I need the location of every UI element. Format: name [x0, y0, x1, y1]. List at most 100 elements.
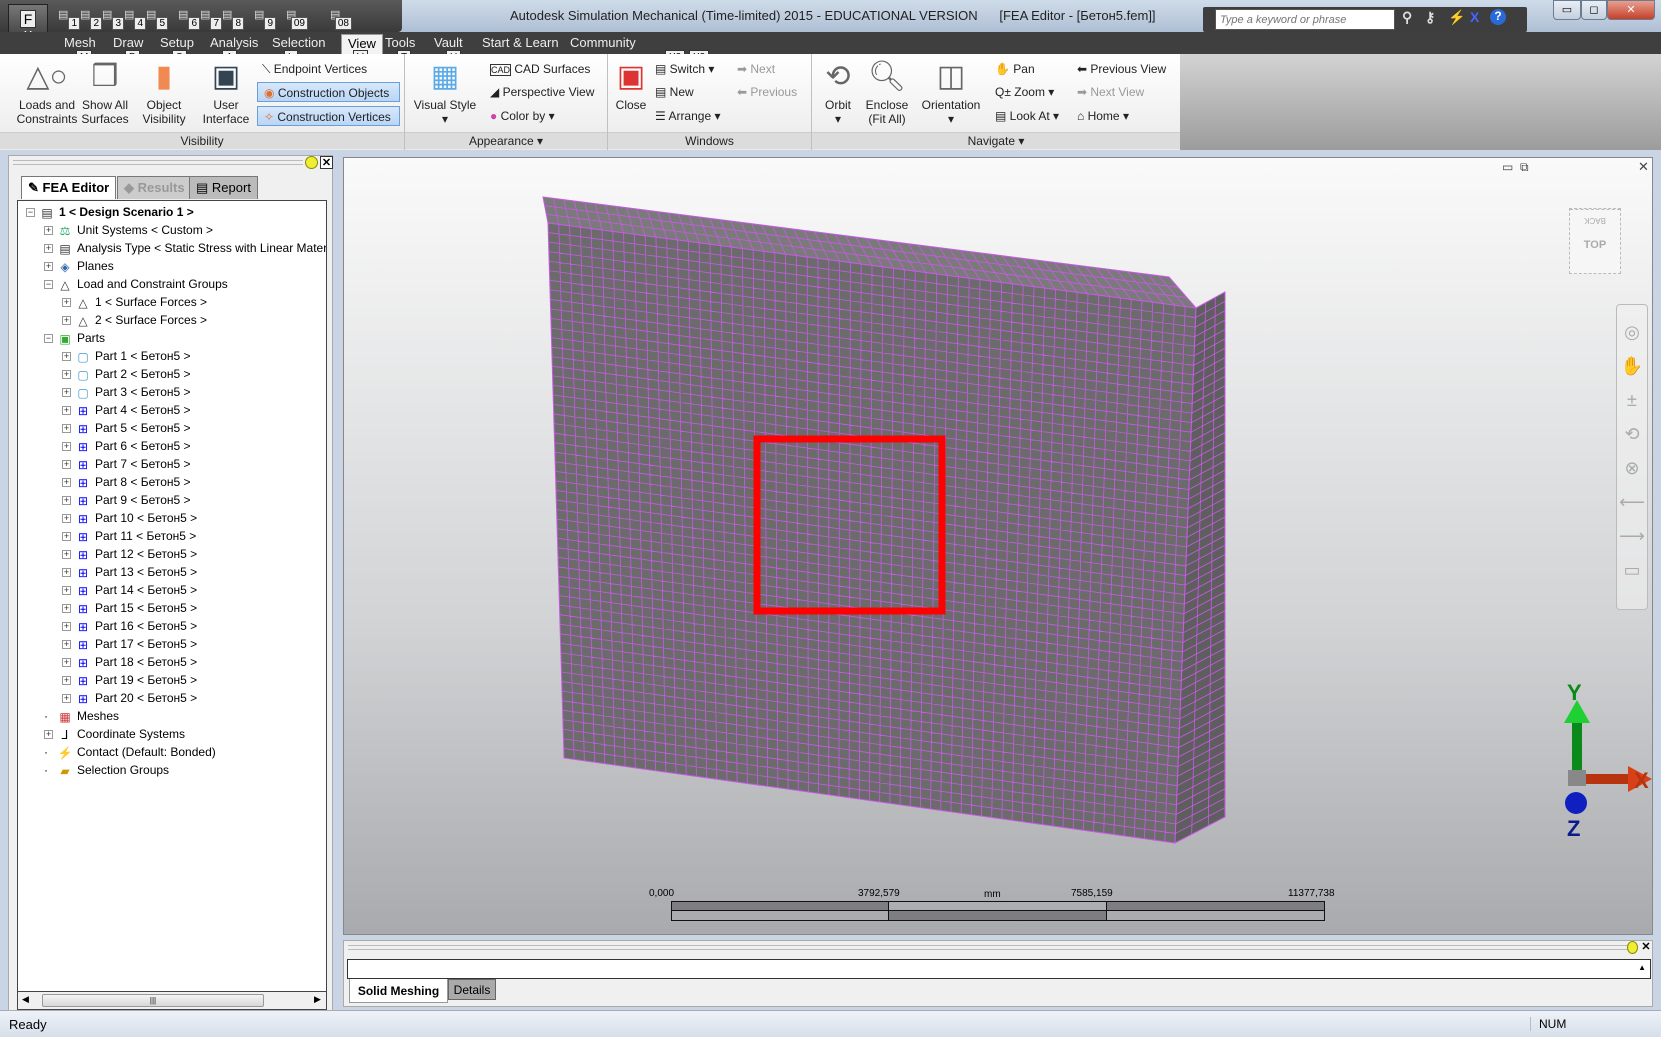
- color-by-button[interactable]: ● Color by ▾: [490, 106, 555, 126]
- scroll-right-icon[interactable]: ▶: [314, 994, 321, 1005]
- quick-access-button[interactable]: ▤ 1: [58, 8, 80, 30]
- binoculars-icon[interactable]: ⚲: [1402, 9, 1412, 26]
- scroll-up-icon[interactable]: ▲: [1638, 963, 1646, 972]
- tab-solid-meshing[interactable]: Solid Meshing: [349, 979, 448, 1003]
- panel-grip[interactable]: [13, 160, 303, 165]
- tree-item[interactable]: + ⊞ Part 20 < Бетон5 >: [62, 689, 197, 707]
- tree-item[interactable]: − ▣ Parts: [44, 329, 105, 347]
- quick-access-button[interactable]: ▤ 8: [222, 8, 244, 30]
- key-icon[interactable]: ⚷: [1425, 9, 1435, 26]
- menu-tab-analysis[interactable]: Analysis: [210, 35, 258, 50]
- expand-icon[interactable]: +: [62, 532, 71, 542]
- tab-report[interactable]: ▤ Report: [189, 176, 258, 199]
- expand-icon[interactable]: +: [44, 730, 53, 740]
- quick-access-button[interactable]: ▤ 4: [124, 8, 146, 30]
- expand-icon[interactable]: +: [62, 550, 71, 560]
- tree-item[interactable]: + ⚖ Unit Systems < Custom >: [44, 221, 213, 239]
- panel-grip[interactable]: [348, 945, 1628, 950]
- scroll-left-icon[interactable]: ◀: [22, 994, 29, 1005]
- tree-item[interactable]: + ⊞ Part 8 < Бетон5 >: [62, 473, 191, 491]
- tree-item[interactable]: + ⊞ Part 17 < Бетон5 >: [62, 635, 197, 653]
- orientation-button[interactable]: ◫ Orientation ▾: [916, 56, 986, 126]
- tree-item[interactable]: + ⊞ Part 6 < Бетон5 >: [62, 437, 191, 455]
- expand-icon[interactable]: +: [62, 352, 71, 362]
- tree-item[interactable]: + ⊞ Part 12 < Бетон5 >: [62, 545, 197, 563]
- menu-tab-tools[interactable]: Tools: [385, 35, 415, 50]
- show-all-surfaces-button[interactable]: ❒ Show All Surfaces: [80, 56, 130, 126]
- menu-tab-community[interactable]: Community: [570, 35, 636, 50]
- tree-item[interactable]: + ⊞ Part 9 < Бетон5 >: [62, 491, 191, 509]
- perspective-view-button[interactable]: ◢ Perspective View: [490, 82, 594, 102]
- construction-vertices-button[interactable]: ✧ Construction Vertices: [257, 106, 400, 126]
- expand-icon[interactable]: +: [44, 262, 53, 272]
- next-view-button[interactable]: ➡ Next View: [1077, 82, 1144, 102]
- orbit-button[interactable]: ⟲ Orbit ▾: [818, 56, 858, 126]
- tree-item[interactable]: + ⊞ Part 16 < Бетон5 >: [62, 617, 197, 635]
- quick-access-button[interactable]: ▤ 7: [200, 8, 222, 30]
- expand-icon[interactable]: +: [62, 694, 71, 704]
- expand-icon[interactable]: +: [62, 388, 71, 398]
- tree-item[interactable]: − △ Load and Constraint Groups: [44, 275, 228, 293]
- home-button[interactable]: ⌂ Home ▾: [1077, 106, 1129, 126]
- tree-item[interactable]: + ▤ Analysis Type < Static Stress with Lin…: [44, 239, 326, 257]
- expand-icon[interactable]: +: [62, 622, 71, 632]
- tree-item[interactable]: − ▤ 1 < Design Scenario 1 >: [26, 203, 194, 221]
- cad-surfaces-button[interactable]: CAD CAD Surfaces: [490, 59, 590, 79]
- quick-access-button[interactable]: ▤ 6: [178, 8, 200, 30]
- menu-tab-mesh[interactable]: Mesh: [64, 35, 96, 50]
- tree-item[interactable]: + ⊞ Part 10 < Бетон5 >: [62, 509, 197, 527]
- mesh-model[interactable]: [344, 158, 1654, 936]
- look-at-button[interactable]: ▤ Look At ▾: [995, 106, 1059, 126]
- quick-access-button[interactable]: ▤ 09: [286, 8, 308, 30]
- expand-icon[interactable]: +: [62, 676, 71, 686]
- quick-access-button[interactable]: ▤ 9: [254, 8, 276, 30]
- previous-view-button[interactable]: ⬅ Previous View: [1077, 59, 1166, 79]
- tree-item[interactable]: + ⊞ Part 13 < Бетон5 >: [62, 563, 197, 581]
- 3d-viewport[interactable]: ▭ ⧉ ✕ BACK TOP ◎ ✋ ± ⟲ ⊗ ⟵ ⟶ ▭ Y X Z 0,0…: [343, 157, 1653, 935]
- exchange-icon[interactable]: X: [1470, 9, 1479, 25]
- help-icon[interactable]: ?: [1490, 9, 1506, 25]
- menu-tab-draw[interactable]: Draw: [113, 35, 143, 50]
- tree-item[interactable]: · ▰ Selection Groups: [44, 761, 169, 779]
- expand-icon[interactable]: +: [62, 370, 71, 380]
- tree-item[interactable]: + ⊞ Part 7 < Бетон5 >: [62, 455, 191, 473]
- pin-icon[interactable]: [305, 156, 318, 169]
- expand-icon[interactable]: +: [62, 406, 71, 416]
- object-visibility-button[interactable]: ▮ Object Visibility: [138, 56, 190, 126]
- pan-button[interactable]: ✋ Pan: [995, 59, 1035, 79]
- quick-access-button[interactable]: ▤ 2: [80, 8, 102, 30]
- close-view-button[interactable]: ▣ Close: [612, 56, 650, 112]
- endpoint-vertices-button[interactable]: ⟍ Endpoint Vertices: [262, 59, 367, 79]
- tree-item[interactable]: · ▦ Meshes: [44, 707, 119, 725]
- expand-icon[interactable]: +: [44, 244, 53, 254]
- tree-item[interactable]: + △ 2 < Surface Forces >: [62, 311, 207, 329]
- expand-icon[interactable]: +: [62, 460, 71, 470]
- expand-icon[interactable]: +: [62, 442, 71, 452]
- tree-item[interactable]: + ⊞ Part 5 < Бетон5 >: [62, 419, 191, 437]
- collapse-icon[interactable]: −: [44, 334, 53, 344]
- tab-results[interactable]: ◆ Results: [117, 176, 192, 199]
- expand-icon[interactable]: +: [62, 514, 71, 524]
- menu-tab-vault[interactable]: Vault: [434, 35, 463, 50]
- tree-item[interactable]: + ▢ Part 1 < Бетон5 >: [62, 347, 191, 365]
- switch-button[interactable]: ▤ Switch ▾: [655, 59, 714, 79]
- satellite-icon[interactable]: ⚡: [1448, 9, 1465, 26]
- close-panel-icon[interactable]: ✕: [320, 156, 333, 169]
- minimize-button[interactable]: ▭: [1553, 0, 1581, 20]
- loads-and-constraints-button[interactable]: △○ Loads and Constraints: [14, 56, 80, 126]
- expand-icon[interactable]: +: [62, 604, 71, 614]
- new-window-button[interactable]: ▤ New: [655, 82, 694, 102]
- visual-style-button[interactable]: ▦ Visual Style ▾: [412, 56, 478, 126]
- tab-details[interactable]: Details: [448, 979, 496, 1000]
- quick-access-button[interactable]: ▤ 3: [102, 8, 124, 30]
- tree-item[interactable]: + ⊞ Part 19 < Бетон5 >: [62, 671, 197, 689]
- quick-access-button[interactable]: ▤ 08: [330, 8, 352, 30]
- enclose-button[interactable]: 🔍︎ Enclose (Fit All): [862, 56, 912, 126]
- expand-icon[interactable]: +: [62, 640, 71, 650]
- expand-icon[interactable]: +: [62, 424, 71, 434]
- collapse-icon[interactable]: −: [26, 208, 35, 218]
- tree-item[interactable]: + ⊞ Part 14 < Бетон5 >: [62, 581, 197, 599]
- output-text-area[interactable]: ▲: [347, 959, 1651, 979]
- expand-icon[interactable]: +: [62, 478, 71, 488]
- front-face[interactable]: [547, 222, 1197, 844]
